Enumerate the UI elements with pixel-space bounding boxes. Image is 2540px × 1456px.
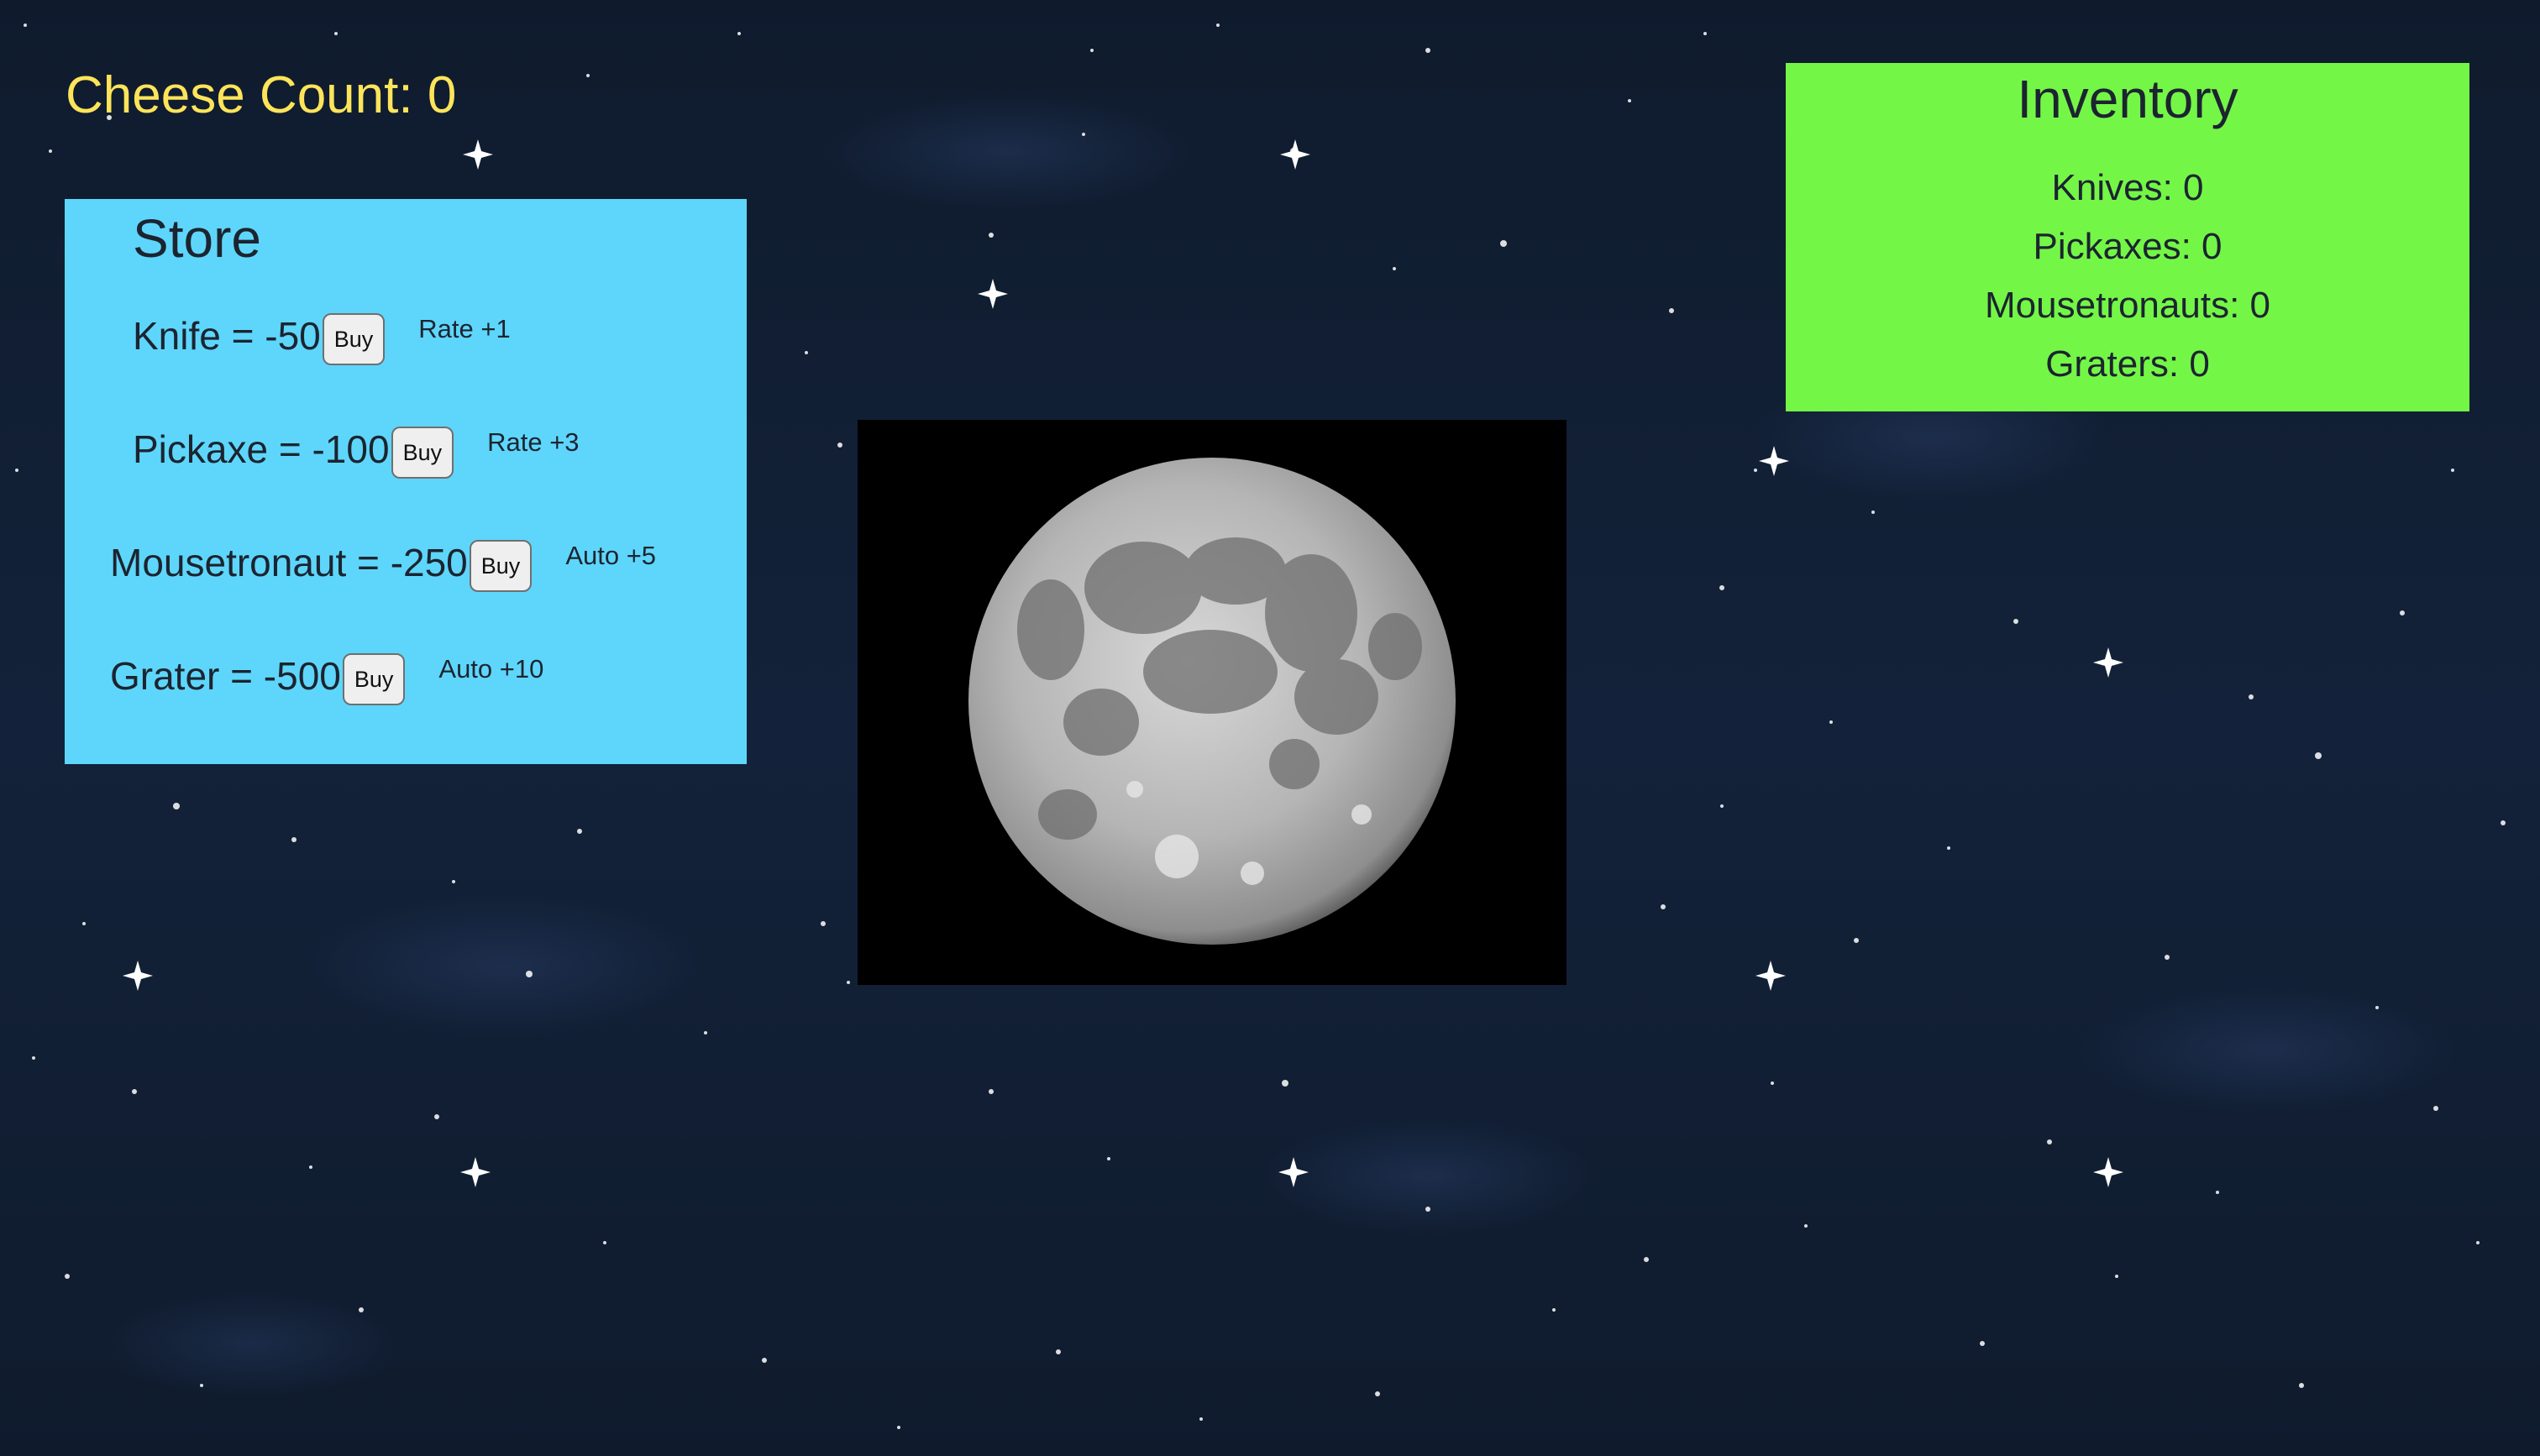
- moon-icon[interactable]: [858, 420, 1567, 985]
- moon-clicker[interactable]: [858, 420, 1567, 985]
- store-item-effect: Auto +10: [438, 654, 544, 683]
- buy-mousetronaut-button[interactable]: Buy: [469, 540, 533, 592]
- store-item-effect: Rate +1: [418, 314, 511, 343]
- buy-grater-button[interactable]: Buy: [342, 653, 406, 705]
- store-item-grater: Grater = -500 Buy Auto +10: [110, 650, 544, 705]
- store-item-pickaxe: Pickaxe = -100 Buy Rate +3: [133, 423, 580, 479]
- store-item-label: Pickaxe = -100: [133, 427, 390, 471]
- store-item-knife: Knife = -50 Buy Rate +1: [133, 310, 511, 365]
- inventory-panel: Inventory Knives: 0 Pickaxes: 0 Mousetro…: [1786, 63, 2469, 411]
- inventory-item-knives: Knives: 0: [2051, 167, 2204, 208]
- inventory-item-pickaxes: Pickaxes: 0: [2033, 226, 2222, 267]
- inventory-list: Knives: 0 Pickaxes: 0 Mousetronauts: 0 G…: [1786, 159, 2469, 394]
- store-panel: Store Knife = -50 Buy Rate +1 Pickaxe = …: [65, 199, 747, 764]
- store-title: Store: [133, 208, 261, 269]
- cheese-count: Cheese Count: 0: [66, 66, 457, 124]
- inventory-title: Inventory: [2017, 69, 2238, 129]
- buy-knife-button[interactable]: Buy: [322, 313, 386, 365]
- inventory-item-graters: Graters: 0: [2045, 343, 2210, 385]
- store-item-mousetronaut: Mousetronaut = -250 Buy Auto +5: [110, 537, 657, 592]
- store-item-effect: Rate +3: [487, 427, 580, 457]
- store-item-label: Mousetronaut = -250: [110, 541, 468, 584]
- inventory-item-mousetronauts: Mousetronauts: 0: [1985, 285, 2270, 326]
- store-item-label: Knife = -50: [133, 314, 321, 358]
- buy-pickaxe-button[interactable]: Buy: [391, 427, 454, 479]
- store-item-effect: Auto +5: [565, 541, 657, 570]
- store-item-label: Grater = -500: [110, 654, 341, 698]
